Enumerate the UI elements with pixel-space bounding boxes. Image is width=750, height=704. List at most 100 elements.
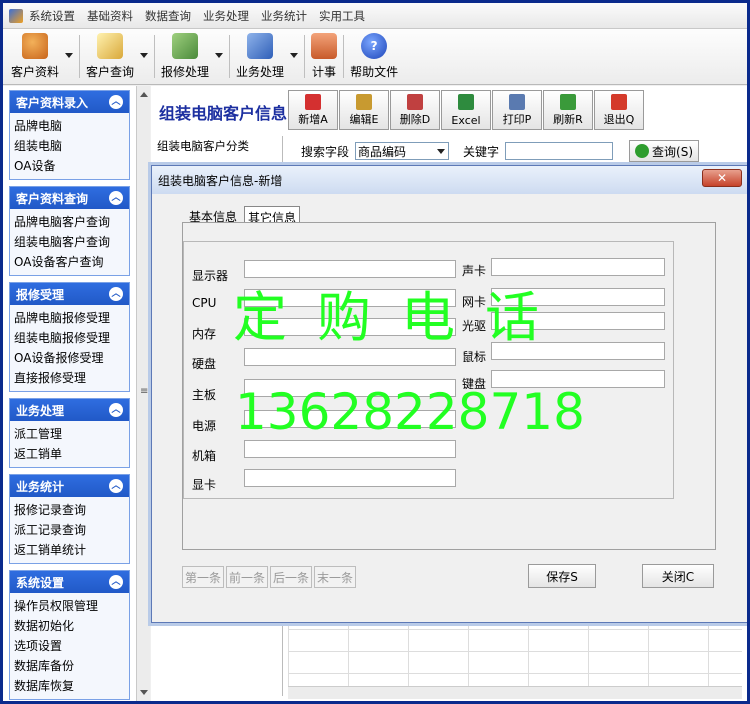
delete-button[interactable]: 删除D	[390, 90, 440, 130]
nav-group-header[interactable]: 系统设置 ︿	[10, 571, 129, 593]
field-label-disk: 硬盘	[192, 357, 217, 371]
scroll-up-icon[interactable]	[140, 92, 148, 97]
nav-item-backup[interactable]: 数据库备份	[14, 656, 125, 676]
excel-button[interactable]: Excel	[441, 90, 491, 130]
field-label-monitor: 显示器	[192, 269, 229, 283]
nav-item-assembled-pc-query[interactable]: 组装电脑客户查询	[14, 232, 125, 252]
nav-item-brand-pc-query[interactable]: 品牌电脑客户查询	[14, 212, 125, 232]
tree-node[interactable]: 组装电脑客户分类	[157, 138, 249, 154]
menu-tools[interactable]: 实用工具	[319, 8, 365, 24]
nav-group-customer-query: 客户资料查询 ︿ 品牌电脑客户查询 组装电脑客户查询 OA设备客户查询	[9, 186, 130, 276]
field-label-psu: 电源	[192, 419, 217, 433]
print-button[interactable]: 打印P	[492, 90, 542, 130]
exit-label: 退出Q	[603, 113, 635, 126]
page-title: 组装电脑客户信息	[159, 104, 288, 123]
nav-item-dispatch[interactable]: 派工管理	[14, 424, 125, 444]
business-handling-label: 业务处理	[236, 65, 285, 79]
nav-group-header[interactable]: 业务处理 ︿	[10, 399, 129, 421]
scroll-down-icon[interactable]	[140, 690, 148, 695]
nav-item-assembled-repair[interactable]: 组装电脑报修受理	[14, 328, 125, 348]
query-button[interactable]: 查询(S)	[629, 140, 700, 162]
calculator-label: 计事	[312, 65, 337, 79]
nav-item-oa-query[interactable]: OA设备客户查询	[14, 252, 125, 272]
keyword-input[interactable]	[505, 142, 614, 160]
delete-icon	[407, 94, 423, 110]
exit-icon	[611, 94, 627, 110]
excel-label: Excel	[451, 114, 481, 127]
menu-business[interactable]: 业务处理	[203, 8, 249, 24]
watermark-order-phone-label: 定购电话	[233, 286, 569, 349]
business-handling-button[interactable]: 业务处理	[232, 29, 302, 84]
add-icon	[305, 94, 321, 110]
nav-item-direct-repair[interactable]: 直接报修受理	[14, 368, 125, 388]
customer-query-button[interactable]: 客户查询	[82, 29, 152, 84]
nav-group-header[interactable]: 业务统计 ︿	[10, 475, 129, 497]
field-label-motherboard: 主板	[192, 388, 217, 402]
nav-group-statistics: 业务统计 ︿ 报修记录查询 派工记录查询 返工销单统计	[9, 474, 130, 564]
nav-item-rework-stats[interactable]: 返工销单统计	[14, 540, 125, 560]
menu-system-settings[interactable]: 系统设置	[29, 8, 75, 24]
help-icon: ?	[361, 33, 388, 59]
left-nav: 客户资料录入 ︿ 品牌电脑 组装电脑 OA设备 客户资料查询 ︿ 品牌电脑客户查询 …	[3, 86, 136, 701]
chevron-up-icon[interactable]: ︿	[109, 287, 123, 301]
nav-item-oa-repair[interactable]: OA设备报修受理	[14, 348, 125, 368]
menu-statistics[interactable]: 业务统计	[261, 8, 307, 24]
close-icon[interactable]: ✕	[702, 169, 742, 187]
dialog-titlebar[interactable]: 组装电脑客户信息-新增	[152, 166, 747, 194]
case-field[interactable]	[244, 440, 456, 458]
query-icon	[97, 33, 124, 59]
chevron-up-icon[interactable]: ︿	[109, 191, 123, 205]
nav-item-brand-pc[interactable]: 品牌电脑	[14, 116, 125, 136]
nav-item-permissions[interactable]: 操作员权限管理	[14, 596, 125, 616]
repair-handling-label: 报修处理	[161, 65, 210, 79]
chevron-up-icon[interactable]: ︿	[109, 575, 123, 589]
customer-data-button[interactable]: 客户资料	[7, 29, 77, 84]
edit-button[interactable]: 编辑E	[339, 90, 389, 130]
people-icon	[22, 33, 48, 59]
repair-handling-button[interactable]: 报修处理	[157, 29, 227, 84]
nav-item-dispatch-records[interactable]: 派工记录查询	[14, 520, 125, 540]
add-button[interactable]: 新增A	[288, 90, 338, 130]
help-button[interactable]: ? 帮助文件	[346, 29, 402, 84]
nav-item-init-data[interactable]: 数据初始化	[14, 616, 125, 636]
nav-group-system: 系统设置 ︿ 操作员权限管理 数据初始化 选项设置 数据库备份 数据库恢复	[9, 570, 130, 700]
nav-item-options[interactable]: 选项设置	[14, 636, 125, 656]
chevron-up-icon[interactable]: ︿	[109, 403, 123, 417]
chevron-up-icon[interactable]: ︿	[109, 95, 123, 109]
main-toolbar: 客户资料 客户查询 报修处理 业务处理 计事 ? 帮助文件	[3, 29, 747, 85]
chevron-up-icon[interactable]: ︿	[109, 479, 123, 493]
exit-button[interactable]: 退出Q	[594, 90, 644, 130]
grid-horizontal-scrollbar[interactable]	[288, 686, 742, 699]
first-record-button[interactable]: 第一条	[182, 566, 224, 588]
last-record-button[interactable]: 末一条	[314, 566, 356, 588]
field-label-case: 机箱	[192, 449, 217, 463]
nav-item-assembled-pc[interactable]: 组装电脑	[14, 136, 125, 156]
main-action-toolbar: 新增A 编辑E 删除D Excel 打印P 刷新R 退出Q	[288, 90, 645, 130]
nav-group-header[interactable]: 报修受理 ︿	[10, 283, 129, 305]
nav-item-brand-repair[interactable]: 品牌电脑报修受理	[14, 308, 125, 328]
help-label: 帮助文件	[350, 65, 399, 79]
nav-scrollbar[interactable]: ≡	[136, 86, 150, 701]
nav-group-header[interactable]: 客户资料查询 ︿	[10, 187, 129, 209]
nav-item-restore[interactable]: 数据库恢复	[14, 676, 125, 696]
splitter-grip-icon[interactable]: ≡	[140, 386, 148, 397]
nav-item-repair-records[interactable]: 报修记录查询	[14, 500, 125, 520]
menu-basic-data[interactable]: 基础资料	[87, 8, 133, 24]
calculator-button[interactable]: 计事	[307, 29, 341, 84]
gpu-field[interactable]	[244, 469, 456, 487]
next-record-button[interactable]: 后一条	[270, 566, 312, 588]
close-button[interactable]: 关闭C	[642, 564, 714, 588]
nav-item-oa-device[interactable]: OA设备	[14, 156, 125, 176]
business-icon	[247, 33, 274, 59]
prev-record-button[interactable]: 前一条	[226, 566, 268, 588]
search-field-select[interactable]: 商品编码	[355, 142, 450, 160]
menu-bar: 系统设置 基础资料 数据查询 业务处理 业务统计 实用工具	[3, 3, 747, 29]
nav-item-rework[interactable]: 返工销单	[14, 444, 125, 464]
menu-data-query[interactable]: 数据查询	[145, 8, 191, 24]
nav-group-header[interactable]: 客户资料录入 ︿	[10, 91, 129, 113]
save-button[interactable]: 保存S	[528, 564, 596, 588]
nav-group-title: 报修受理	[16, 287, 65, 302]
nav-group-title: 客户资料查询	[16, 191, 89, 206]
refresh-button[interactable]: 刷新R	[543, 90, 593, 130]
nav-group-business: 业务处理 ︿ 派工管理 返工销单	[9, 398, 130, 468]
